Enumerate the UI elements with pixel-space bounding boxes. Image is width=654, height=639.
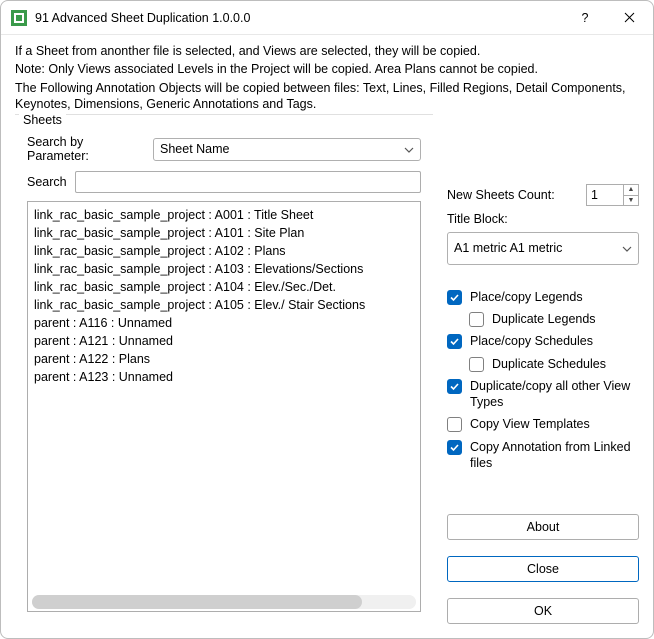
checkbox-box <box>447 334 462 349</box>
search-label: Search <box>27 175 67 189</box>
list-item[interactable]: parent : A116 : Unnamed <box>34 314 414 332</box>
options-panel: New Sheets Count: 1 ▲ ▼ Title Block: A1 … <box>447 114 639 624</box>
group-label: Sheets <box>19 113 66 127</box>
title-block-select[interactable]: A1 metric A1 metric <box>447 232 639 265</box>
duplicate-other-checkbox[interactable]: Duplicate/copy all other View Types <box>447 378 639 411</box>
title-block-label: Title Block: <box>447 212 639 226</box>
checkbox-box <box>447 290 462 305</box>
list-item[interactable]: link_rac_basic_sample_project : A105 : E… <box>34 296 414 314</box>
checkbox-label: Duplicate/copy all other View Types <box>470 378 639 411</box>
sheets-listbox[interactable]: link_rac_basic_sample_project : A001 : T… <box>27 201 421 612</box>
select-value: Sheet Name <box>160 142 229 156</box>
spin-down-icon[interactable]: ▼ <box>624 196 638 206</box>
button-label: About <box>527 520 560 534</box>
checkbox-label: Duplicate Legends <box>492 311 596 327</box>
sheets-group: Sheets Search by Parameter: Sheet Name S… <box>15 114 433 624</box>
list-item[interactable]: link_rac_basic_sample_project : A001 : T… <box>34 206 414 224</box>
new-sheets-count-input[interactable]: 1 ▲ ▼ <box>586 184 639 206</box>
spin-value[interactable]: 1 <box>587 185 623 205</box>
chevron-down-icon <box>622 241 632 255</box>
list-item[interactable]: link_rac_basic_sample_project : A102 : P… <box>34 242 414 260</box>
list-item[interactable]: parent : A122 : Plans <box>34 350 414 368</box>
list-item[interactable]: parent : A121 : Unnamed <box>34 332 414 350</box>
checkbox-box <box>447 440 462 455</box>
new-sheets-count-row: New Sheets Count: 1 ▲ ▼ <box>447 184 639 206</box>
description-line: The Following Annotation Objects will be… <box>15 80 639 113</box>
window-title: 91 Advanced Sheet Duplication 1.0.0.0 <box>35 11 563 25</box>
list-item[interactable]: link_rac_basic_sample_project : A104 : E… <box>34 278 414 296</box>
button-label: OK <box>534 604 552 618</box>
checkbox-box <box>469 357 484 372</box>
duplicate-schedules-checkbox[interactable]: Duplicate Schedules <box>469 356 639 372</box>
close-window-button[interactable] <box>607 3 651 33</box>
checkbox-box <box>447 417 462 432</box>
app-icon <box>11 10 27 26</box>
search-row: Search <box>27 171 421 193</box>
search-by-label: Search by Parameter: <box>27 135 145 163</box>
place-legends-checkbox[interactable]: Place/copy Legends <box>447 289 639 305</box>
dialog-body: If a Sheet from anonther file is selecte… <box>1 35 653 638</box>
scrollbar-thumb[interactable] <box>32 595 362 609</box>
description-line: If a Sheet from anonther file is selecte… <box>15 43 639 59</box>
copy-templates-checkbox[interactable]: Copy View Templates <box>447 416 639 432</box>
button-label: Close <box>527 562 559 576</box>
close-icon <box>624 12 635 23</box>
new-sheets-count-label: New Sheets Count: <box>447 188 580 202</box>
list-item[interactable]: link_rac_basic_sample_project : A101 : S… <box>34 224 414 242</box>
checkbox-label: Copy Annotation from Linked files <box>470 439 639 472</box>
chevron-down-icon <box>404 142 414 156</box>
search-by-parameter-select[interactable]: Sheet Name <box>153 138 421 161</box>
sheets-panel: Sheets Search by Parameter: Sheet Name S… <box>15 114 433 624</box>
spin-up-icon[interactable]: ▲ <box>624 185 638 196</box>
select-value: A1 metric A1 metric <box>454 241 562 255</box>
about-button[interactable]: About <box>447 514 639 540</box>
list-item[interactable]: parent : A123 : Unnamed <box>34 368 414 386</box>
list-item[interactable]: link_rac_basic_sample_project : A103 : E… <box>34 260 414 278</box>
help-icon: ? <box>582 11 589 25</box>
ok-button[interactable]: OK <box>447 598 639 624</box>
checkbox-box <box>447 379 462 394</box>
content-area: Sheets Search by Parameter: Sheet Name S… <box>15 114 639 624</box>
checkbox-label: Copy View Templates <box>470 416 590 432</box>
close-button[interactable]: Close <box>447 556 639 582</box>
titlebar: 91 Advanced Sheet Duplication 1.0.0.0 ? <box>1 1 653 35</box>
dialog-window: 91 Advanced Sheet Duplication 1.0.0.0 ? … <box>0 0 654 639</box>
help-button[interactable]: ? <box>563 3 607 33</box>
checkbox-label: Duplicate Schedules <box>492 356 606 372</box>
search-input[interactable] <box>75 171 421 193</box>
duplicate-legends-checkbox[interactable]: Duplicate Legends <box>469 311 639 327</box>
copy-annotation-checkbox[interactable]: Copy Annotation from Linked files <box>447 439 639 472</box>
checkbox-label: Place/copy Legends <box>470 289 583 305</box>
place-schedules-checkbox[interactable]: Place/copy Schedules <box>447 333 639 349</box>
spin-buttons: ▲ ▼ <box>623 185 638 205</box>
checkbox-label: Place/copy Schedules <box>470 333 593 349</box>
search-by-row: Search by Parameter: Sheet Name <box>27 135 421 163</box>
checkbox-box <box>469 312 484 327</box>
description-line: Note: Only Views associated Levels in th… <box>15 61 639 77</box>
